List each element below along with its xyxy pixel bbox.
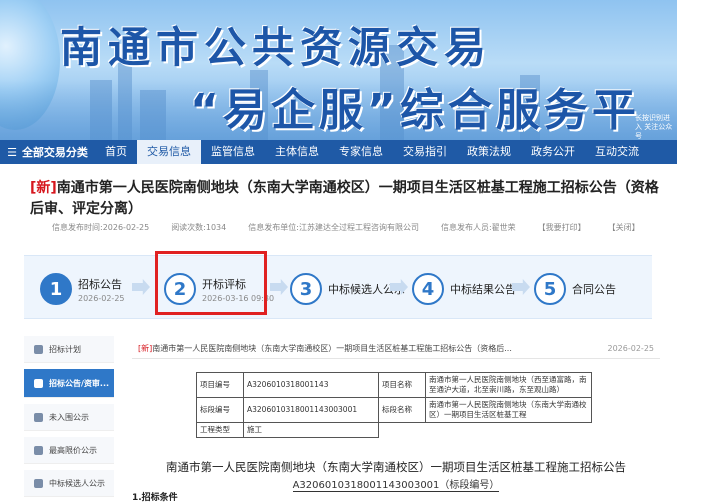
step-contract-notice[interactable]: 5 合同公告 [534,273,616,305]
sidebar-item-label: 招标公告/资审... [49,378,110,388]
step-number: 5 [534,273,566,305]
step-label: 合同公告 [572,283,616,296]
table-cell-empty [379,423,426,438]
document-header: [新]南通市第一人民医院南侧地块（东南大学南通校区）一期项目生活区桩基工程施工招… [132,338,660,359]
sidebar-item-label: 最高限价公示 [49,445,97,455]
publisher-person: 信息发布人员:翟世荣 [440,223,516,232]
step-candidate-publicity[interactable]: 3 中标候选人公示 [290,273,405,305]
nav-item-expert[interactable]: 专家信息 [329,140,393,164]
table-cell: 标段名称 [378,397,426,423]
announcement-meta: 信息发布时间:2026-02-25 阅读次数:1034 信息发布单位:江苏建达全… [52,222,672,233]
bell-icon [34,344,43,354]
sidebar-item-max-price[interactable]: 最高限价公示 [24,437,114,464]
step-tender-notice[interactable]: 1 招标公告 2026-02-25 [40,273,125,305]
step-label: 招标公告 [78,277,122,291]
table-row: 工程类型 施工 [196,422,592,438]
price-icon [34,445,43,455]
all-categories-label: 全部交易分类 [21,146,88,159]
list-icon [34,478,43,488]
nav-item-interaction[interactable]: 互动交流 [585,140,649,164]
sidebar-item-label: 招标计划 [49,344,81,354]
sidebar: 招标计划 招标公告/资审... 未入围公示 最高限价公示 中标候选人公示 [24,336,114,503]
qr-hint-text: 长按识别进入 关注公众号 [635,114,673,140]
table-cell: 南通市第一人民医院南侧地块（西至通富路，南至通沪大道，北至崇川路，东至观山路） [425,372,592,398]
publisher: 信息发布单位:江苏建达全过程工程咨询有限公司 [248,223,419,232]
new-badge: [新] [138,343,153,353]
nav-item-entity[interactable]: 主体信息 [265,140,329,164]
nav-item-policy[interactable]: 政策法规 [457,140,521,164]
menu-icon: ☰ [7,145,17,159]
table-cell: A3206010318001143003001 [243,397,379,423]
banner-title-line2: “易企服”综合服务平台 [190,85,640,136]
sidebar-item-tender-plan[interactable]: 招标计划 [24,336,114,363]
all-categories-menu[interactable]: ☰ 全部交易分类 [0,140,95,164]
sidebar-item-not-shortlisted[interactable]: 未入围公示 [24,404,114,431]
page-title: [新]南通市第一人民医院南侧地块（东南大学南通校区）一期项目生活区桩基工程施工招… [30,178,660,220]
document-date: 2026-02-25 [607,343,655,353]
highlight-box [155,251,267,315]
banner-title-line1: 南通市公共资源交易 [60,23,493,72]
project-info-table: 项目编号 A3206010318001143 项目名称 南通市第一人民医院南侧地… [196,372,592,438]
document-content: [新]南通市第一人民医院南侧地块（东南大学南通校区）一期项目生活区桩基工程施工招… [132,338,660,503]
nav-item-supervision[interactable]: 监管信息 [201,140,265,164]
step-number: 1 [40,273,72,305]
sidebar-item-label: 未入围公示 [49,412,89,422]
step-date: 2026-02-25 [78,293,125,303]
document-subtitle: A3206010318001143003001（标段编号） [132,476,660,492]
page-title-text: 南通市第一人民医院南侧地块（东南大学南通校区）一期项目生活区桩基工程施工招标公告… [30,180,659,217]
view-count: 阅读次数:1034 [171,223,227,232]
nav-item-trade-info[interactable]: 交易信息 [137,140,201,164]
step-number: 4 [412,273,444,305]
document-icon [34,412,43,422]
table-row: 项目编号 A3206010318001143 项目名称 南通市第一人民医院南侧地… [196,372,592,398]
new-badge: [新] [30,180,57,196]
header-banner: 南通市公共资源交易 “易企服”综合服务平台 长按识别进入 关注公众号 [0,0,677,140]
document-head-title[interactable]: 南通市第一人民医院南侧地块（东南大学南通校区）一期项目生活区桩基工程施工招标公告… [152,344,512,353]
table-row: 标段编号 A3206010318001143003001 标段名称 南通市第一人… [196,397,592,423]
publish-time: 信息发布时间:2026-02-25 [52,223,150,232]
document-title: 南通市第一人民医院南侧地块（东南大学南通校区）一期项目生活区桩基工程施工招标公告 [166,460,626,474]
nav-item-guide[interactable]: 交易指引 [393,140,457,164]
sidebar-item-tender-notice[interactable]: 招标公告/资审... [24,369,114,398]
step-number: 3 [290,273,322,305]
step-label: 中标结果公告 [450,283,516,296]
table-cell: 项目编号 [196,372,244,398]
arrow-icon [132,279,150,295]
table-cell: 标段编号 [196,397,244,423]
process-steps: 1 招标公告 2026-02-25 2 开标评标 2026-03-16 09:3… [24,255,652,319]
table-cell: 南通市第一人民医院南侧地块（东南大学南通校区）一期项目生活区桩基工程 [425,397,592,423]
main-nav: ☰ 全部交易分类 首页 交易信息 监管信息 主体信息 专家信息 交易指引 政策法… [0,140,677,164]
nav-item-gov-open[interactable]: 政务公开 [521,140,585,164]
step-award-result[interactable]: 4 中标结果公告 [412,273,516,305]
print-link[interactable]: 【我要打印】 [538,222,586,233]
announcement-icon [34,378,43,388]
sidebar-item-candidates[interactable]: 中标候选人公示 [24,470,114,497]
close-link[interactable]: 【关闭】 [608,222,640,233]
table-cell: 项目名称 [378,372,426,398]
table-cell: 施工 [243,422,379,438]
table-cell: 工程类型 [196,422,244,438]
section-code: A3206010318001143003001（标段编号） [292,480,500,492]
table-cell: A3206010318001143 [243,372,379,398]
nav-item-home[interactable]: 首页 [95,140,137,164]
sidebar-item-label: 中标候选人公示 [49,478,105,488]
table-cell-empty [426,423,592,438]
